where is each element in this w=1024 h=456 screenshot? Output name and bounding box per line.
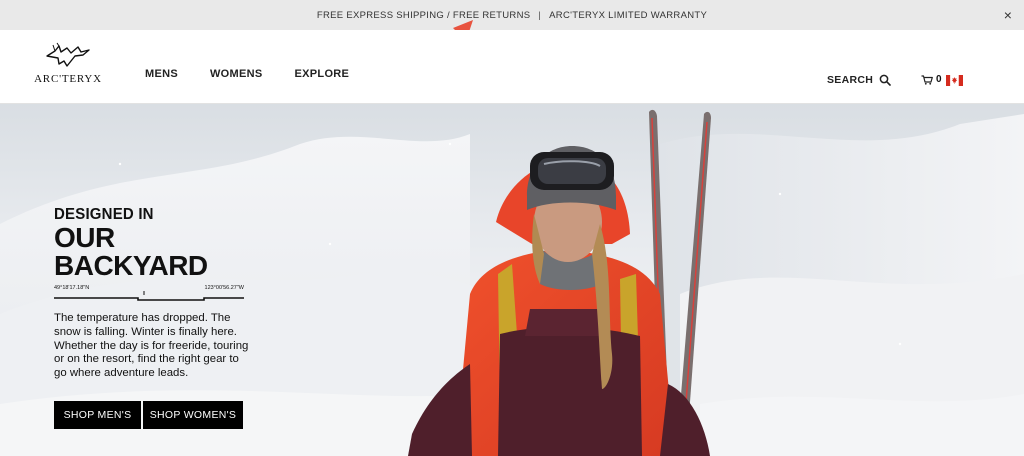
canada-flag-icon[interactable] <box>946 75 963 86</box>
promo-bar: FREE EXPRESS SHIPPING / FREE RETURNS | A… <box>0 0 1024 30</box>
cart-count: 0 <box>936 74 942 85</box>
hero-cta-group: SHOP MEN'S SHOP WOMEN'S <box>54 400 254 429</box>
site-header: ARC'TERYX MENS WOMENS EXPLORE SEARCH 0 <box>0 30 1024 104</box>
search-icon <box>879 74 891 86</box>
hero-copy: DESIGNED IN OUR BACKYARD 49°18'17.18"N 1… <box>54 206 254 429</box>
search-button[interactable]: SEARCH <box>827 74 891 86</box>
hero-banner: DESIGNED IN OUR BACKYARD 49°18'17.18"N 1… <box>0 104 1024 456</box>
nav-womens[interactable]: WOMENS <box>210 68 263 80</box>
cart-button[interactable]: 0 <box>921 74 942 85</box>
archaeopteryx-icon <box>46 42 90 67</box>
shop-womens-button[interactable]: SHOP WOMEN'S <box>143 400 243 429</box>
hero-body-text: The temperature has dropped. The snow is… <box>54 312 249 380</box>
search-label: SEARCH <box>827 74 874 86</box>
shop-mens-button[interactable]: SHOP MEN'S <box>54 400 141 429</box>
promo-separator: | <box>538 9 542 21</box>
hero-heading-small: DESIGNED IN <box>54 205 154 224</box>
elevation-profile-icon <box>54 291 244 301</box>
coordinates-rule: 49°18'17.18"N 123°00'56.27"W <box>54 284 244 302</box>
cart-icon <box>921 74 933 85</box>
hero-heading-big: OUR BACKYARD <box>54 222 208 281</box>
main-nav: MENS WOMENS EXPLORE <box>145 68 349 80</box>
logo-wordmark: ARC'TERYX <box>34 73 102 85</box>
close-icon[interactable]: × <box>1000 7 1016 23</box>
nav-explore[interactable]: EXPLORE <box>295 68 350 80</box>
nav-mens[interactable]: MENS <box>145 68 178 80</box>
arcteryx-logo[interactable]: ARC'TERYX <box>30 42 106 92</box>
promo-warranty-text[interactable]: ARC'TERYX LIMITED WARRANTY <box>549 10 707 21</box>
